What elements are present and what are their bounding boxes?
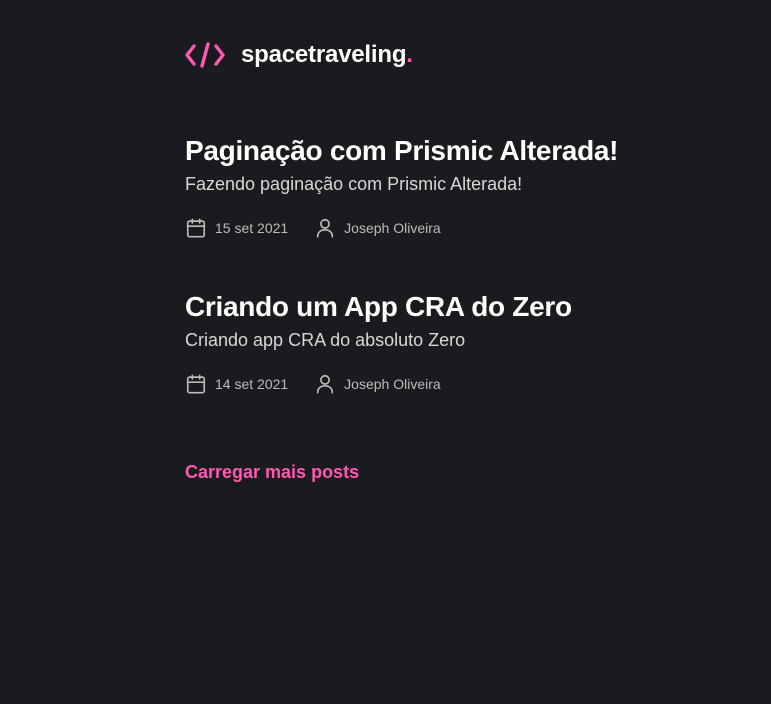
post-date-text: 14 set 2021	[215, 376, 289, 392]
code-brackets-icon	[185, 42, 225, 68]
post-author-text: Joseph Oliveira	[344, 220, 441, 236]
post-meta: 15 set 2021 Joseph Oliveira	[185, 216, 745, 240]
post-meta: 14 set 2021 Joseph Oliveira	[185, 372, 745, 396]
post-author: Joseph Oliveira	[314, 217, 441, 239]
site-logo[interactable]: spacetraveling.	[185, 40, 413, 70]
user-icon	[317, 374, 334, 394]
calendar-icon	[186, 218, 206, 238]
logo-text: spacetraveling	[241, 41, 407, 68]
load-more-button[interactable]: Carregar mais posts	[185, 462, 359, 483]
post-title[interactable]: Paginação com Prismic Alterada!	[185, 134, 745, 168]
post-author: Joseph Oliveira	[314, 373, 441, 395]
calendar-icon	[186, 374, 206, 394]
post-date: 14 set 2021	[185, 373, 288, 395]
post-item[interactable]: Criando um App CRA do Zero Criando app C…	[185, 290, 745, 396]
post-title[interactable]: Criando um App CRA do Zero	[185, 290, 745, 324]
post-date: 15 set 2021	[185, 217, 288, 239]
post-subtitle: Fazendo paginação com Prismic Alterada!	[185, 174, 523, 194]
post-date-text: 15 set 2021	[215, 220, 289, 236]
post-item[interactable]: Paginação com Prismic Alterada! Fazendo …	[185, 134, 745, 240]
post-author-text: Joseph Oliveira	[344, 376, 441, 392]
post-subtitle: Criando app CRA do absoluto Zero	[185, 330, 466, 350]
user-icon	[317, 218, 334, 238]
logo-dot: .	[406, 41, 413, 68]
